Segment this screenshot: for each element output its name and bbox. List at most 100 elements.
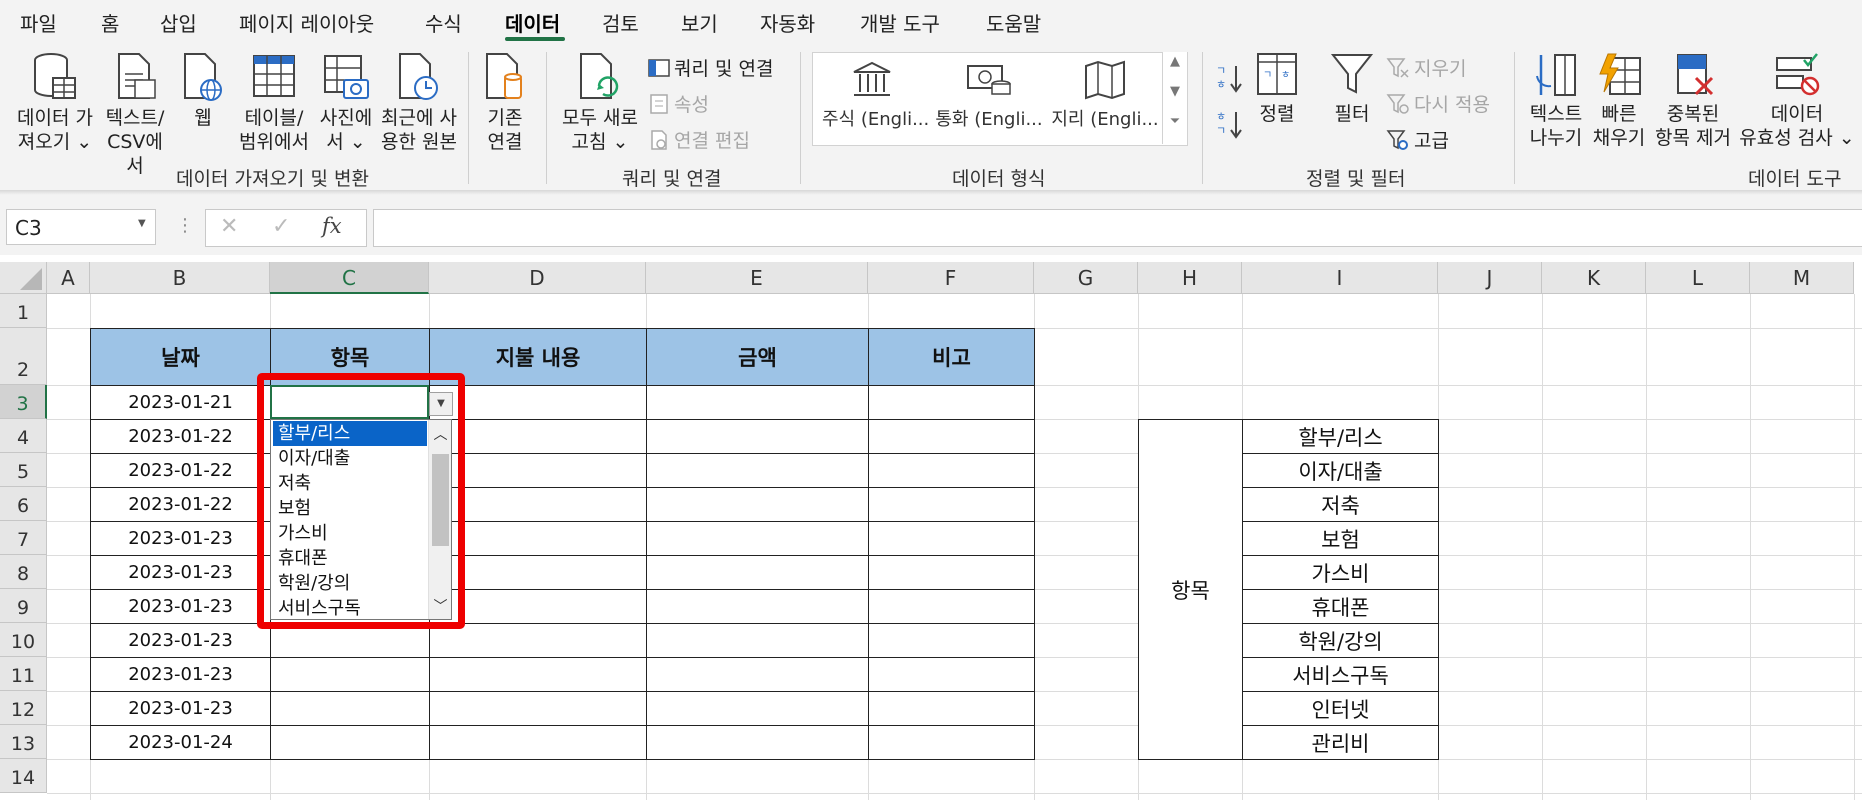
table-cell[interactable] xyxy=(868,453,1035,488)
remove-duplicates-button[interactable]: 중복된 항목 제거 xyxy=(1650,52,1736,150)
existing-connections-button[interactable]: 기존 연결 xyxy=(476,52,534,154)
row-header-9[interactable]: 9 xyxy=(0,589,47,623)
text-csv-button[interactable]: 텍스트/ CSV에서 xyxy=(100,52,170,178)
gallery-scroll-up-icon[interactable]: ▲ xyxy=(1163,54,1187,84)
table-cell[interactable] xyxy=(646,657,869,692)
formula-input[interactable] xyxy=(373,209,1862,247)
row-header-10[interactable]: 10 xyxy=(0,623,47,657)
tab-automate[interactable]: 자동화 xyxy=(760,8,815,37)
row-header-13[interactable]: 13 xyxy=(0,725,47,759)
row-header-11[interactable]: 11 xyxy=(0,657,47,691)
tab-view[interactable]: 보기 xyxy=(681,8,718,37)
ref-item-cell[interactable]: 할부/리스 xyxy=(1242,419,1439,454)
tab-page-layout[interactable]: 페이지 레이아웃 xyxy=(239,8,374,37)
sort-descending-button[interactable]: ㅎㄱ xyxy=(1216,108,1244,140)
table-cell[interactable] xyxy=(868,385,1035,420)
table-cell[interactable] xyxy=(868,521,1035,556)
reapply-button[interactable]: 다시 적용 xyxy=(1386,90,1490,117)
row-header-3[interactable]: 3 xyxy=(0,385,47,419)
table-cell[interactable] xyxy=(646,589,869,624)
enter-check-icon[interactable]: ✓ xyxy=(272,214,290,239)
header-date[interactable]: 날짜 xyxy=(90,328,271,386)
table-cell[interactable] xyxy=(646,385,869,420)
ref-item-cell[interactable]: 서비스구독 xyxy=(1242,657,1439,692)
table-cell[interactable] xyxy=(646,623,869,658)
table-cell[interactable] xyxy=(646,487,869,522)
edit-links-button[interactable]: 연결 편집 xyxy=(648,126,750,153)
properties-button[interactable]: 속성 xyxy=(648,90,709,117)
table-cell[interactable] xyxy=(429,691,647,726)
date-cell[interactable]: 2023-01-21 xyxy=(90,385,271,420)
advanced-filter-button[interactable]: 고급 xyxy=(1386,126,1449,153)
column-header-h[interactable]: H xyxy=(1138,262,1242,294)
filter-button[interactable]: 필터 xyxy=(1325,52,1379,126)
recent-sources-button[interactable]: 최근에 사 용한 원본 xyxy=(378,52,460,154)
ref-label-cell[interactable]: 항목 xyxy=(1138,419,1243,760)
table-cell[interactable] xyxy=(868,555,1035,590)
tab-developer[interactable]: 개발 도구 xyxy=(860,8,940,37)
table-cell[interactable] xyxy=(646,725,869,760)
date-cell[interactable]: 2023-01-22 xyxy=(90,419,271,454)
stocks-data-type[interactable]: 주식 (Engli... xyxy=(822,60,929,131)
column-header-f[interactable]: F xyxy=(868,262,1034,294)
ref-item-cell[interactable]: 관리비 xyxy=(1242,725,1439,760)
table-cell[interactable] xyxy=(270,725,430,760)
column-header-c[interactable]: C xyxy=(270,262,429,294)
table-cell[interactable] xyxy=(270,657,430,692)
web-button[interactable]: 웹 xyxy=(180,52,226,130)
table-cell[interactable] xyxy=(868,657,1035,692)
sort-button[interactable]: ㄱㅎ 정렬 xyxy=(1252,52,1302,126)
table-cell[interactable] xyxy=(868,623,1035,658)
table-cell[interactable] xyxy=(646,453,869,488)
tab-home[interactable]: 홈 xyxy=(101,8,119,37)
from-table-button[interactable]: 테이블/ 범위에서 xyxy=(238,52,310,154)
ref-item-cell[interactable]: 저축 xyxy=(1242,487,1439,522)
header-note[interactable]: 비고 xyxy=(868,328,1035,386)
table-cell[interactable] xyxy=(429,725,647,760)
tab-formulas[interactable]: 수식 xyxy=(425,8,462,37)
gallery-scroll-down-icon[interactable]: ▼ xyxy=(1163,84,1187,114)
ref-item-cell[interactable]: 인터넷 xyxy=(1242,691,1439,726)
column-header-l[interactable]: L xyxy=(1646,262,1750,294)
table-cell[interactable] xyxy=(429,657,647,692)
row-header-1[interactable]: 1 xyxy=(0,294,47,328)
column-header-k[interactable]: K xyxy=(1542,262,1646,294)
flash-fill-button[interactable]: 빠른 채우기 xyxy=(1590,52,1648,150)
row-header-7[interactable]: 7 xyxy=(0,521,47,555)
table-cell[interactable] xyxy=(868,589,1035,624)
column-header-i[interactable]: I xyxy=(1242,262,1438,294)
column-header-a[interactable]: A xyxy=(47,262,90,294)
table-cell[interactable] xyxy=(868,725,1035,760)
get-data-button[interactable]: 데이터 가 져오기 ⌄ xyxy=(12,52,98,154)
tab-insert[interactable]: 삽입 xyxy=(160,8,197,37)
clear-filter-button[interactable]: 지우기 xyxy=(1386,54,1466,81)
table-cell[interactable] xyxy=(646,521,869,556)
date-cell[interactable]: 2023-01-23 xyxy=(90,521,271,556)
from-picture-button[interactable]: 사진에 서 ⌄ xyxy=(314,52,378,154)
sort-ascending-button[interactable]: ㄱㅎ xyxy=(1216,62,1244,94)
tab-file[interactable]: 파일 xyxy=(20,8,57,37)
tab-review[interactable]: 검토 xyxy=(602,8,639,37)
ref-item-cell[interactable]: 가스비 xyxy=(1242,555,1439,590)
insert-function-fx-icon[interactable]: fx xyxy=(322,214,342,238)
table-cell[interactable] xyxy=(270,691,430,726)
date-cell[interactable]: 2023-01-24 xyxy=(90,725,271,760)
refresh-all-button[interactable]: 모두 새로 고침 ⌄ xyxy=(558,52,642,154)
formula-bar-grip-icon[interactable]: ⋮ xyxy=(176,215,194,236)
date-cell[interactable]: 2023-01-23 xyxy=(90,657,271,692)
date-cell[interactable]: 2023-01-23 xyxy=(90,589,271,624)
date-cell[interactable]: 2023-01-23 xyxy=(90,555,271,590)
date-cell[interactable]: 2023-01-22 xyxy=(90,487,271,522)
row-header-12[interactable]: 12 xyxy=(0,691,47,725)
tab-data[interactable]: 데이터 xyxy=(505,8,560,37)
geography-data-type[interactable]: 지리 (Engli... xyxy=(1050,60,1160,131)
data-validation-button[interactable]: 데이터 유효성 검사 ⌄ xyxy=(1738,52,1856,150)
header-amount[interactable]: 금액 xyxy=(646,328,869,386)
column-header-b[interactable]: B xyxy=(90,262,270,294)
column-header-d[interactable]: D xyxy=(429,262,646,294)
row-header-2[interactable]: 2 xyxy=(0,328,47,385)
name-box[interactable]: C3 xyxy=(6,209,156,245)
row-header-6[interactable]: 6 xyxy=(0,487,47,521)
row-header-8[interactable]: 8 xyxy=(0,555,47,589)
table-cell[interactable] xyxy=(868,487,1035,522)
